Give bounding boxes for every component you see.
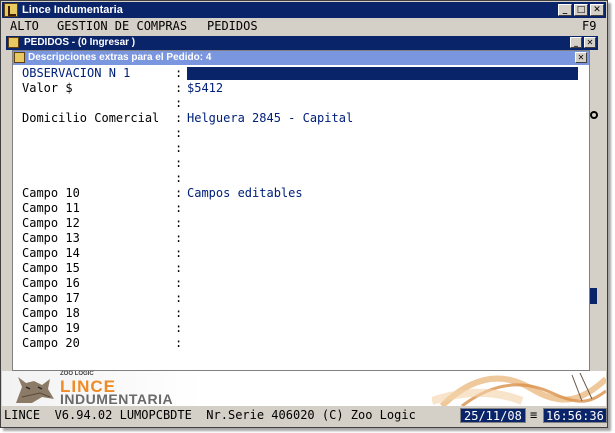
field-row[interactable]: Campo 17 :	[13, 291, 589, 306]
field-label: OBSERVACION N 1	[22, 66, 131, 80]
field-colon: :	[175, 81, 183, 95]
field-value[interactable]: Campos editables	[187, 186, 303, 201]
descripciones-dialog: Descripciones extras para el Pedido: 4 ✕…	[12, 50, 590, 371]
lynx-logo-icon	[16, 377, 54, 403]
field-colon: :	[175, 111, 183, 125]
status-time: 16:56:36	[543, 408, 607, 423]
menu-item-pedidos[interactable]: PEDIDOS	[207, 19, 258, 33]
field-label: Campo 13	[22, 231, 80, 245]
field-colon: :	[175, 96, 183, 110]
field-row-observacion[interactable]: OBSERVACION N 1 :	[13, 66, 589, 81]
brand-banner: ZOO LOGIC LINCE INDUMENTARIA	[2, 371, 606, 406]
menu-bar: ALTO GESTION DE COMPRAS PEDIDOS F9	[2, 18, 606, 35]
field-row[interactable]: :	[13, 141, 589, 156]
field-colon: :	[175, 141, 183, 155]
field-label: Domicilio Comercial	[22, 111, 160, 125]
field-row[interactable]: Campo 19 :	[13, 321, 589, 336]
field-label: Campo 11	[22, 201, 80, 215]
maximize-button[interactable]: □	[574, 4, 588, 16]
dialog-icon	[14, 52, 25, 63]
field-label: Campo 10	[22, 186, 80, 200]
field-colon: :	[175, 186, 183, 200]
field-row[interactable]: Campo 11 :	[13, 201, 589, 216]
field-label: Campo 17	[22, 291, 80, 305]
ribbon-decoration-icon	[432, 372, 606, 406]
pedidos-titlebar[interactable]: PEDIDOS - (0 Ingresar ) _ ✕	[6, 36, 598, 50]
field-label: Campo 15	[22, 261, 80, 275]
field-row[interactable]: Campo 14 :	[13, 246, 589, 261]
field-value[interactable]: $5412	[187, 81, 223, 96]
window-title: Lince Indumentaria	[22, 4, 123, 16]
minimize-button[interactable]: _	[558, 4, 572, 16]
menu-item-alto[interactable]: ALTO	[10, 19, 39, 33]
field-label: Valor $	[22, 81, 73, 95]
text-screen: PEDIDOS - (0 Ingresar ) _ ✕ Descripcione…	[2, 35, 606, 371]
status-separator-icon: ≡	[530, 408, 538, 422]
field-colon: :	[175, 126, 183, 140]
field-colon: :	[175, 261, 183, 275]
field-row[interactable]: Campo 10 : Campos editables	[13, 186, 589, 201]
field-label: Campo 16	[22, 276, 80, 290]
field-row[interactable]: :	[13, 126, 589, 141]
field-row[interactable]: :	[13, 156, 589, 171]
field-label: Campo 19	[22, 321, 80, 335]
field-row[interactable]: Campo 15 :	[13, 261, 589, 276]
field-row[interactable]: Campo 20 :	[13, 336, 589, 351]
brand-indumentaria: INDUMENTARIA	[60, 391, 174, 406]
status-bar: LINCE V6.94.02 LUMOPCBDTE Nr.Serie 40602…	[2, 406, 607, 426]
close-button[interactable]: ✕	[590, 4, 604, 16]
dialog-titlebar[interactable]: Descripciones extras para el Pedido: 4 ✕	[13, 51, 589, 65]
pedidos-close-button[interactable]: ✕	[584, 37, 596, 48]
field-colon: :	[175, 201, 183, 215]
pedidos-title: PEDIDOS - (0 Ingresar )	[24, 37, 136, 48]
dialog-close-button[interactable]: ✕	[575, 52, 587, 63]
field-colon: :	[175, 66, 183, 80]
scrollbar-thumb[interactable]	[590, 288, 597, 304]
window-titlebar[interactable]: Lince Indumentaria _ □ ✕	[2, 2, 606, 18]
version-info: LINCE V6.94.02 LUMOPCBDTE Nr.Serie 40602…	[4, 408, 416, 422]
field-label: Campo 14	[22, 246, 80, 260]
field-row[interactable]: Domicilio Comercial : Helguera 2845 - Ca…	[13, 111, 589, 126]
field-colon: :	[175, 171, 183, 185]
field-row[interactable]: Campo 18 :	[13, 306, 589, 321]
field-list: OBSERVACION N 1 : Valor $ : $5412 : Domi…	[13, 66, 589, 370]
field-colon: :	[175, 291, 183, 305]
field-colon: :	[175, 231, 183, 245]
field-row[interactable]: Valor $ : $5412	[13, 81, 589, 96]
field-colon: :	[175, 246, 183, 260]
field-value[interactable]: Helguera 2845 - Capital	[187, 111, 353, 126]
field-colon: :	[175, 216, 183, 230]
field-input-selected[interactable]	[187, 67, 578, 80]
field-label: Campo 20	[22, 336, 80, 350]
field-label: Campo 12	[22, 216, 80, 230]
field-row[interactable]: :	[13, 96, 589, 111]
app-icon[interactable]	[4, 3, 18, 17]
field-row[interactable]: :	[13, 171, 589, 186]
field-colon: :	[175, 321, 183, 335]
pedidos-icon	[8, 37, 19, 48]
field-label: Campo 18	[22, 306, 80, 320]
field-colon: :	[175, 306, 183, 320]
menu-item-gestion-de-compras[interactable]: GESTION DE COMPRAS	[57, 19, 187, 33]
status-date: 25/11/08	[460, 408, 526, 423]
field-colon: :	[175, 276, 183, 290]
field-row[interactable]: Campo 12 :	[13, 216, 589, 231]
field-row[interactable]: Campo 13 :	[13, 231, 589, 246]
field-colon: :	[175, 156, 183, 170]
radio-indicator-icon[interactable]	[590, 111, 598, 119]
menu-shortcut-f9[interactable]: F9	[582, 19, 596, 33]
app-window: Lince Indumentaria _ □ ✕ ALTO GESTION DE…	[0, 0, 608, 428]
field-row[interactable]: Campo 16 :	[13, 276, 589, 291]
field-colon: :	[175, 336, 183, 350]
pedidos-minimize-button[interactable]: _	[570, 37, 582, 48]
dialog-title: Descripciones extras para el Pedido: 4	[28, 52, 212, 63]
